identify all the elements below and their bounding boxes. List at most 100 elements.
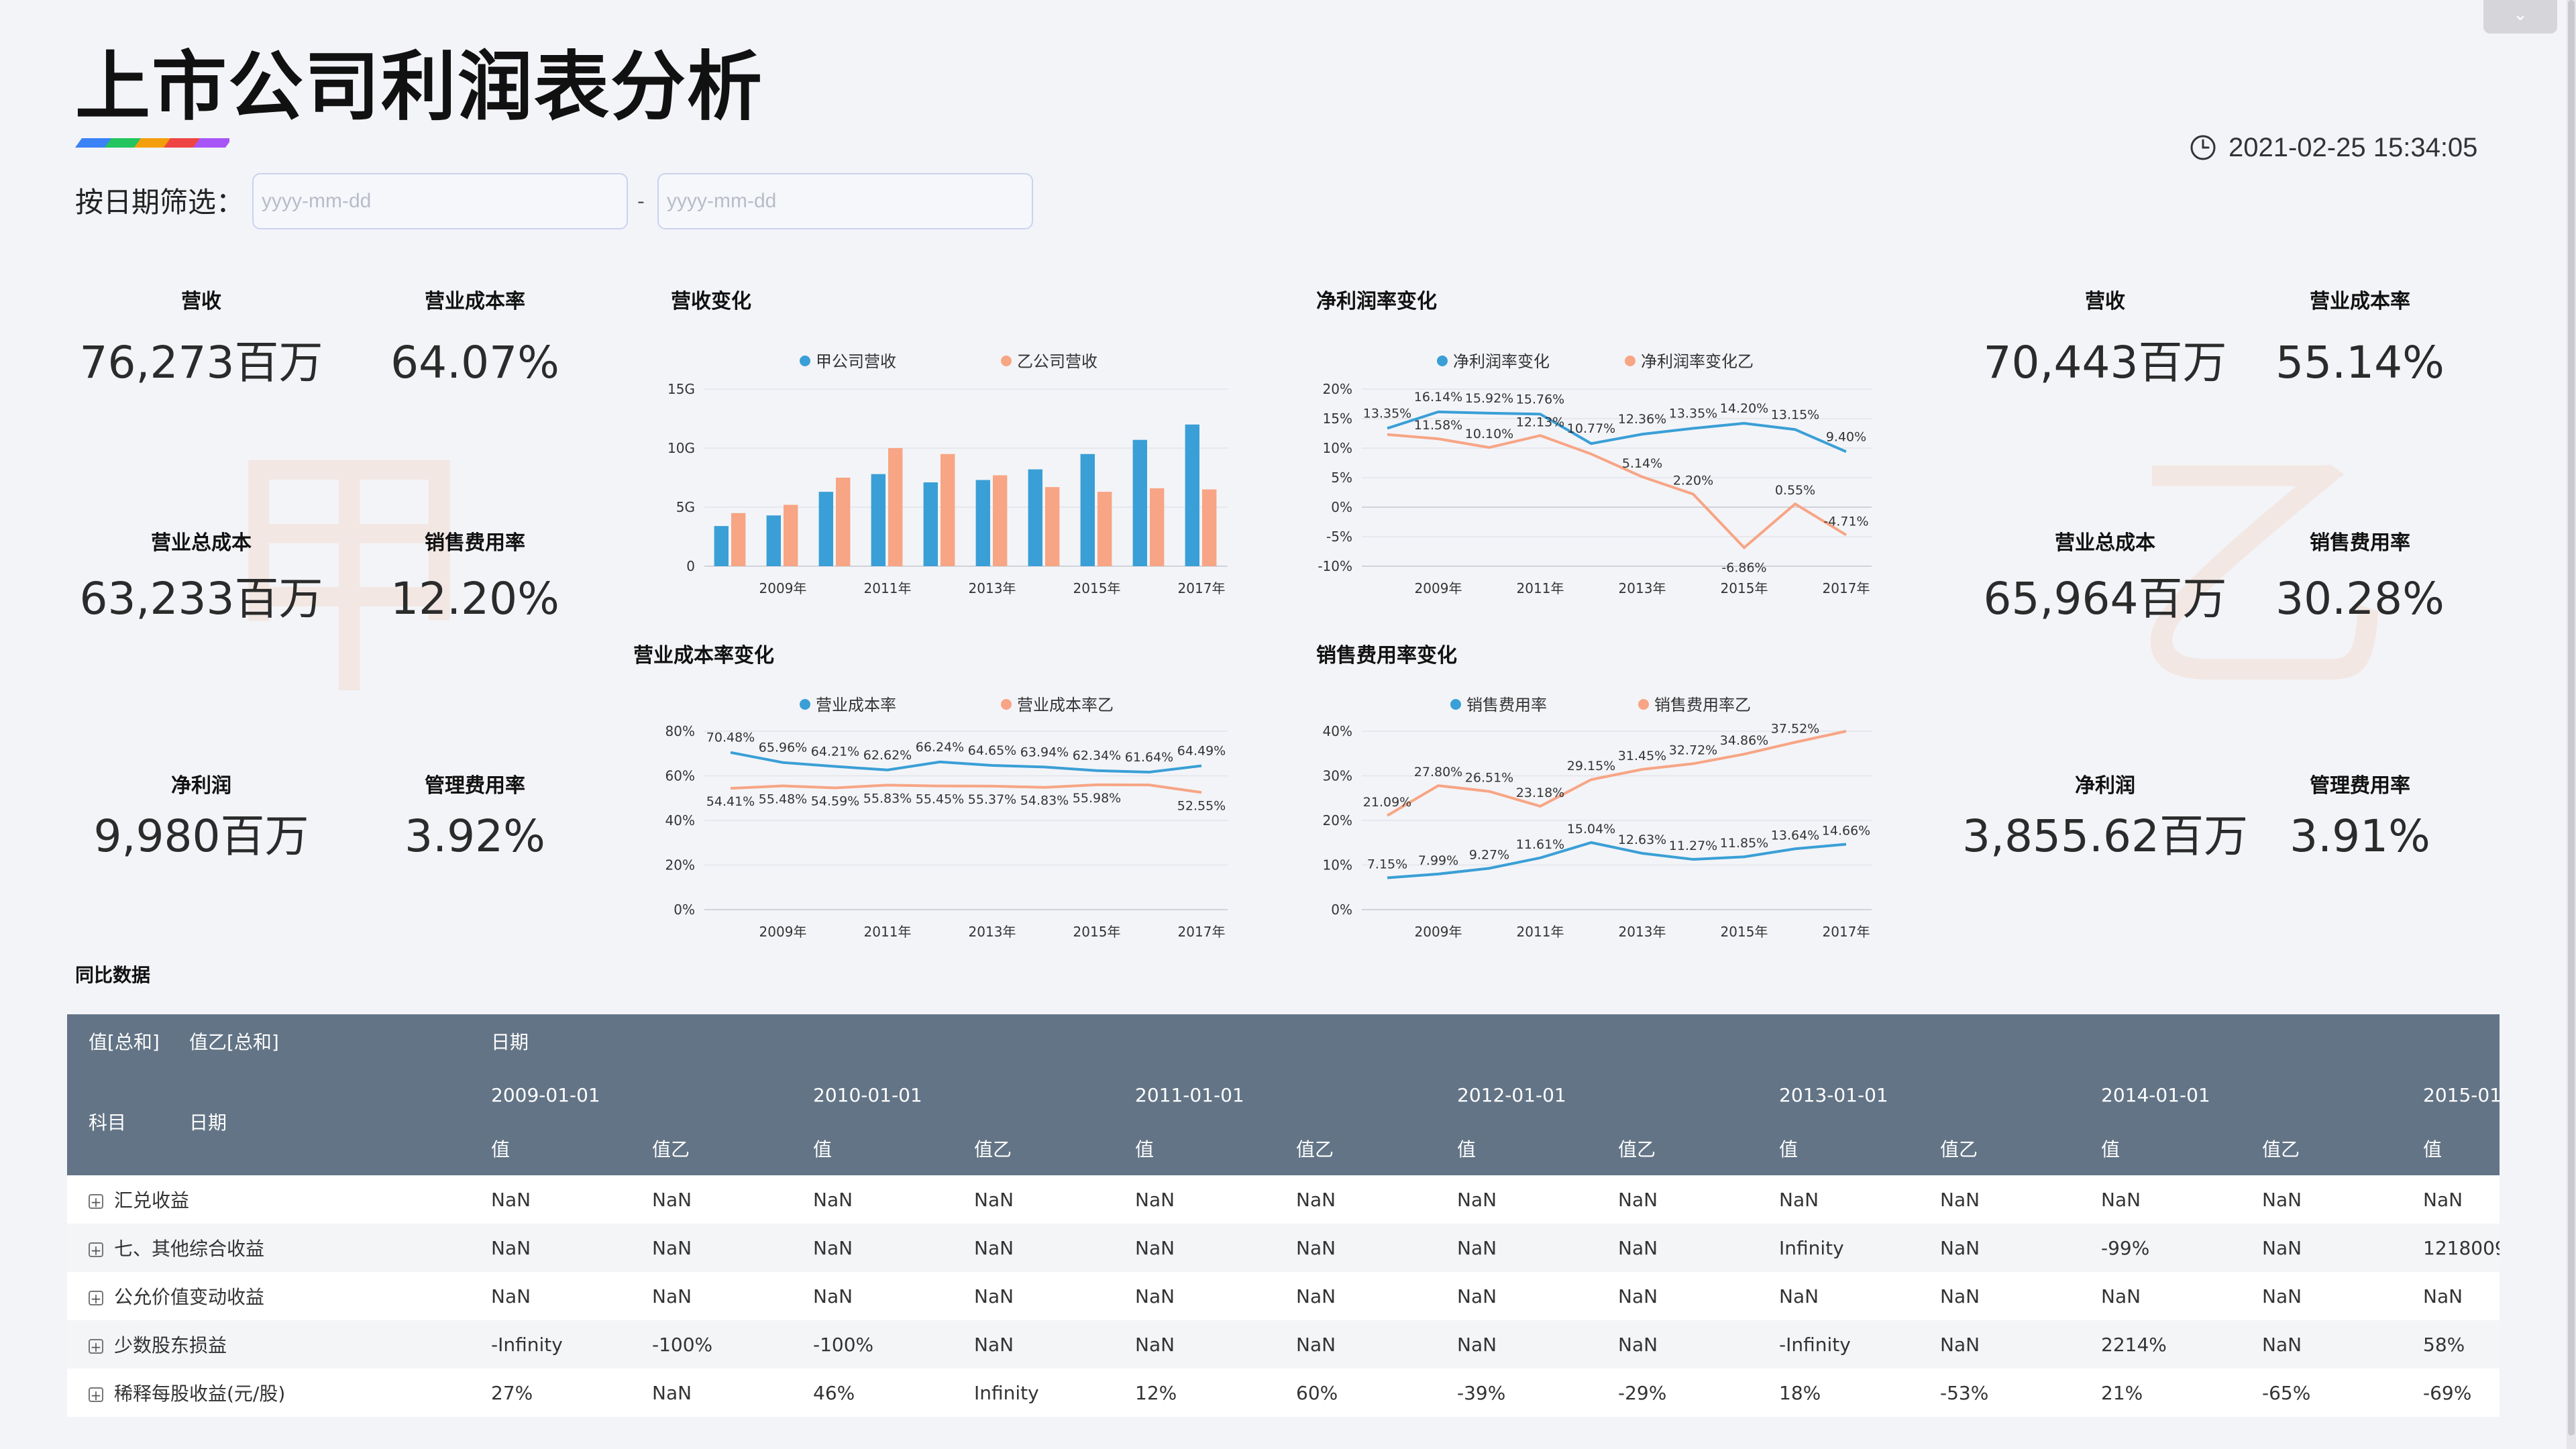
bar[interactable] <box>888 448 903 566</box>
bar[interactable] <box>766 515 781 566</box>
row-name-cell[interactable]: + 汇兑收益 <box>67 1175 470 1224</box>
expand-plus-icon[interactable]: + <box>89 1194 103 1209</box>
bar[interactable] <box>1185 424 1199 566</box>
bar[interactable] <box>1150 488 1165 566</box>
row-name-cell[interactable]: + 少数股东损益 <box>67 1320 470 1368</box>
bar[interactable] <box>1132 439 1147 566</box>
legend-marker[interactable] <box>1625 356 1635 366</box>
end-date-input[interactable] <box>657 173 1033 229</box>
bar[interactable] <box>993 475 1008 566</box>
bar[interactable] <box>923 482 938 566</box>
bar[interactable] <box>836 478 851 566</box>
bar[interactable] <box>818 492 833 566</box>
value-header-cell[interactable]: 值 <box>1114 1122 1275 1175</box>
bar[interactable] <box>714 526 729 566</box>
y-tick-label: 80% <box>665 723 695 739</box>
data-label: 12.13% <box>1516 415 1564 429</box>
bar[interactable] <box>941 453 955 566</box>
bar[interactable] <box>1080 453 1095 566</box>
date-range-separator: - <box>637 190 645 213</box>
value-header-cell[interactable]: 值 <box>1436 1122 1597 1175</box>
table-header-cell[interactable]: 日期 <box>470 1014 2500 1068</box>
value-header-cell[interactable]: 值乙 <box>953 1122 1114 1175</box>
value-header-cell[interactable]: 值乙 <box>1597 1122 1758 1175</box>
table-cell: NaN <box>974 1285 1014 1307</box>
table-cell: NaN <box>652 1381 692 1404</box>
expand-plus-icon[interactable]: + <box>89 1242 103 1257</box>
data-label: 7.99% <box>1418 853 1458 868</box>
legend-marker[interactable] <box>800 699 810 710</box>
data-label: 2.20% <box>1673 474 1713 488</box>
value-header-cell[interactable]: 值 <box>1758 1122 1919 1175</box>
value-header-cell[interactable]: 值 <box>792 1122 953 1175</box>
legend-label[interactable]: 营业成本率 <box>816 696 896 714</box>
table-cell: NaN <box>1135 1188 1175 1211</box>
row-name-cell[interactable]: + 稀释每股收益(元/股) <box>67 1368 470 1417</box>
date-header-cell[interactable]: 2010-01-01 <box>792 1068 1114 1122</box>
value-header-cell[interactable]: 值乙 <box>1919 1122 2080 1175</box>
legend-marker[interactable] <box>1001 699 1012 710</box>
legend-label[interactable]: 销售费用率乙 <box>1654 696 1751 714</box>
row-name-cell[interactable]: + 七、其他综合收益 <box>67 1224 470 1272</box>
data-label: 64.49% <box>1177 744 1226 759</box>
expand-plus-icon[interactable]: + <box>89 1387 103 1402</box>
bar[interactable] <box>1202 489 1217 566</box>
bar[interactable] <box>975 480 990 566</box>
date-header-cell[interactable]: 2014-01-01 <box>2080 1068 2402 1122</box>
date-header-cell[interactable]: 2015-01-0 <box>2402 1068 2500 1122</box>
legend-label[interactable]: 甲公司营收 <box>816 352 896 371</box>
data-label: 54.41% <box>706 794 755 809</box>
table-header-cell[interactable]: 值乙[总和] <box>168 1014 470 1068</box>
expand-plus-icon[interactable]: + <box>89 1291 103 1305</box>
y-tick-label: -10% <box>1318 558 1352 574</box>
table-cell: NaN <box>652 1236 692 1259</box>
table-header-cell[interactable]: 值[总和] <box>67 1014 168 1068</box>
row-name-label: 少数股东损益 <box>114 1334 227 1356</box>
date-header-cell[interactable]: 2011-01-01 <box>1114 1068 1436 1122</box>
value-header-cell[interactable]: 值 <box>470 1122 631 1175</box>
legend-label[interactable]: 净利润率变化 <box>1453 352 1550 371</box>
date-header-cell[interactable]: 2013-01-01 <box>1758 1068 2080 1122</box>
data-label: 12.36% <box>1618 412 1666 427</box>
data-label: 7.15% <box>1367 857 1407 871</box>
row-name-cell[interactable]: + 公允价值变动收益 <box>67 1272 470 1320</box>
table-cell: -69% <box>2423 1381 2472 1404</box>
x-tick-label: 2013年 <box>969 580 1016 596</box>
kpi-a-admin-rate-label: 管理费用率 <box>425 774 525 798</box>
legend-marker[interactable] <box>1450 699 1461 710</box>
data-label: 70.48% <box>706 731 755 745</box>
page-scrollbar-thumb[interactable] <box>2568 0 2575 1436</box>
legend-marker[interactable] <box>800 356 810 366</box>
data-label: -4.71% <box>1823 514 1868 529</box>
date-header-cell[interactable]: 2009-01-01 <box>470 1068 792 1122</box>
kpi-b-sales-rate-label: 销售费用率 <box>2310 531 2410 555</box>
date-header-cell[interactable]: 2012-01-01 <box>1436 1068 1758 1122</box>
table-cell: NaN <box>813 1285 853 1307</box>
value-header-cell[interactable]: 值乙 <box>1275 1122 1436 1175</box>
bar[interactable] <box>731 513 746 566</box>
collapse-toggle-button[interactable]: ⌄ <box>2483 0 2557 34</box>
table-cell: 12% <box>1135 1381 1177 1404</box>
legend-label[interactable]: 净利润率变化乙 <box>1641 352 1754 371</box>
bar[interactable] <box>1097 492 1112 566</box>
bar[interactable] <box>871 474 885 566</box>
legend-label[interactable]: 销售费用率 <box>1466 696 1547 714</box>
value-header-cell[interactable]: 值乙 <box>631 1122 792 1175</box>
legend-label[interactable]: 乙公司营收 <box>1017 352 1097 371</box>
bar[interactable] <box>1028 469 1042 566</box>
table-row: + 稀释每股收益(元/股) 27% NaN 46% Infinity 12% 60% -39% -… <box>67 1368 2500 1417</box>
table-cell: 2214% <box>2101 1333 2167 1356</box>
table-header-cell[interactable]: 科目 <box>67 1068 168 1175</box>
bar[interactable] <box>1045 487 1060 566</box>
value-header-cell[interactable]: 值 <box>2402 1122 2500 1175</box>
table-header-cell[interactable]: 日期 <box>168 1068 470 1175</box>
value-header-cell[interactable]: 值乙 <box>2241 1122 2402 1175</box>
value-header-cell[interactable]: 值 <box>2080 1122 2241 1175</box>
legend-label[interactable]: 营业成本率乙 <box>1017 696 1114 714</box>
bar[interactable] <box>784 504 798 566</box>
legend-marker[interactable] <box>1437 356 1448 366</box>
start-date-input[interactable] <box>252 173 628 229</box>
expand-plus-icon[interactable]: + <box>89 1339 103 1354</box>
legend-marker[interactable] <box>1001 356 1012 366</box>
legend-marker[interactable] <box>1638 699 1649 710</box>
